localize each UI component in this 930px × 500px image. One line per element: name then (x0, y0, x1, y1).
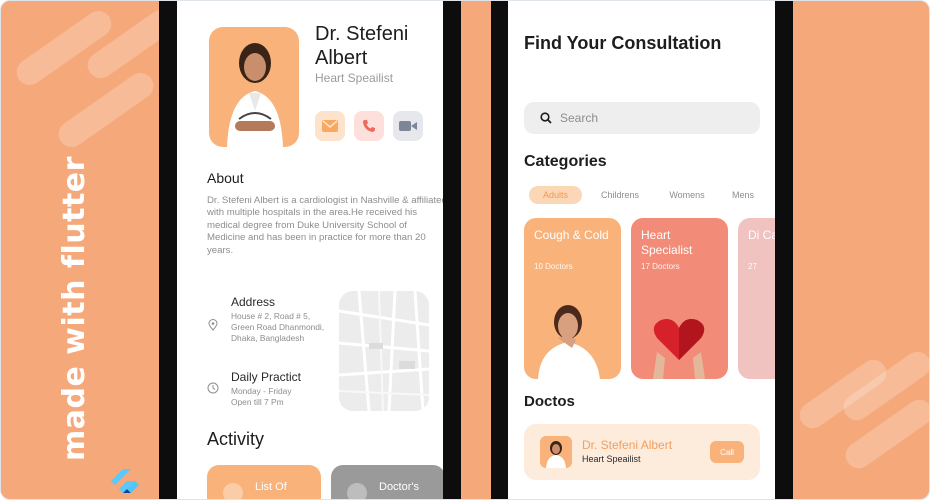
hours-text: Monday - Friday Open till 7 Pm (231, 386, 292, 407)
category-count: 10 Doctors (534, 262, 573, 271)
category-card-diabetes[interactable]: Di Ca 27 (738, 218, 775, 379)
category-count: 17 Doctors (641, 262, 680, 271)
hours-title: Daily Practict (231, 370, 302, 384)
chip-adults[interactable]: Adults (529, 186, 582, 204)
avatar (540, 436, 572, 468)
doctor-photo (209, 27, 299, 147)
showcase-background: made with flutter Dr. Stefeni Albert Hea… (0, 0, 930, 500)
call-button[interactable]: Call (710, 441, 744, 463)
phone-button[interactable] (354, 111, 384, 141)
doctor-profile-screen: Dr. Stefeni Albert Heart Speailist About… (177, 1, 443, 499)
clock-icon (207, 382, 219, 394)
category-title: Cough & Cold (534, 228, 609, 242)
heart-illustration (653, 319, 705, 379)
search-input[interactable]: Search (524, 102, 760, 134)
doctor-list-item[interactable]: Dr. Stefeni Albert Heart Speailist Call (524, 424, 760, 480)
category-card-heart[interactable]: Heart Specialist 17 Doctors (631, 218, 728, 379)
chip-childrens[interactable]: Childrens (594, 186, 646, 204)
phone-frame-right: Find Your Consultation Search Categories… (491, 1, 793, 499)
cough-person-illustration (538, 305, 600, 379)
act-card-icon (347, 483, 367, 499)
about-text: Dr. Stefeni Albert is a cardiologist in … (207, 195, 443, 256)
act-card-label: Doctor's (379, 481, 419, 493)
decor-stripe (53, 67, 159, 153)
act-card-icon (223, 483, 243, 499)
doctor-row-name: Dr. Stefeni Albert (582, 438, 673, 452)
doctors-card[interactable]: Doctor's (331, 465, 443, 499)
category-count: 27 (748, 262, 757, 271)
phone-icon (363, 120, 375, 132)
location-pin-icon (208, 319, 218, 331)
address-text: House # 2, Road # 5, Green Road Dhanmond… (231, 311, 325, 343)
video-button[interactable] (393, 111, 423, 141)
phone-frame-left: Dr. Stefeni Albert Heart Speailist About… (159, 1, 461, 499)
doctos-heading: Doctos (524, 393, 575, 410)
flutter-logo-icon (111, 469, 139, 493)
category-title: Heart Specialist (641, 228, 693, 257)
doctor-name: Dr. Stefeni Albert (315, 23, 409, 69)
doctor-specialty: Heart Speailist (315, 71, 394, 85)
address-title: Address (231, 295, 276, 309)
chip-womens[interactable]: Womens (662, 186, 712, 204)
categories-heading: Categories (524, 153, 607, 170)
doctor-row-specialty: Heart Speailist (582, 454, 641, 464)
list-of-doctors-card[interactable]: List Of (207, 465, 321, 499)
about-heading: About (207, 170, 244, 186)
search-placeholder: Search (560, 111, 599, 125)
category-card-cough[interactable]: Cough & Cold 10 Doctors (524, 218, 621, 379)
made-with-flutter-text: made with flutter (57, 156, 92, 461)
video-icon (399, 121, 417, 131)
mail-icon (322, 120, 338, 132)
activity-heading: Activity (207, 429, 265, 449)
category-title: Di Ca (748, 228, 775, 242)
page-title: Find Your Consultation (524, 33, 722, 53)
mail-button[interactable] (315, 111, 345, 141)
chip-mens[interactable]: Mens (732, 186, 772, 204)
act-card-label: List Of (255, 481, 287, 493)
consultation-screen: Find Your Consultation Search Categories… (508, 1, 775, 499)
location-map[interactable] (339, 291, 429, 411)
search-icon (540, 112, 552, 124)
